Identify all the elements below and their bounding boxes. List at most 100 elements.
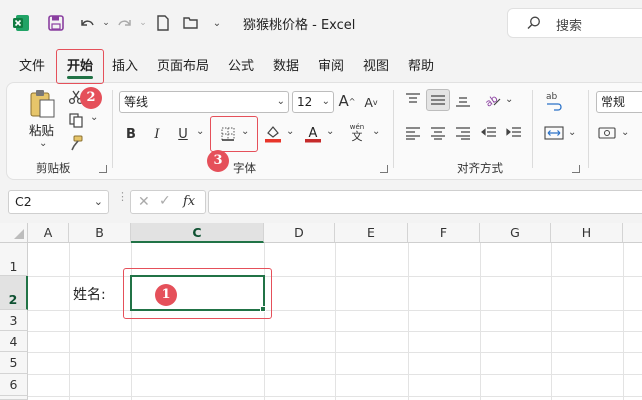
svg-text:A: A xyxy=(309,126,318,141)
underline-dropdown-icon[interactable]: ⌄ xyxy=(196,126,204,137)
chevron-down-icon[interactable]: ⌄ xyxy=(322,92,330,112)
svg-text:ab: ab xyxy=(546,92,558,102)
confirm-entry-icon[interactable]: ✓ xyxy=(159,193,171,209)
currency-format-icon[interactable] xyxy=(598,124,618,142)
redo-dropdown-icon[interactable]: ⌄ xyxy=(132,12,154,34)
row-header-5[interactable]: 5 xyxy=(0,352,28,374)
column-header-c[interactable]: C xyxy=(131,223,264,243)
cancel-entry-icon[interactable]: ✕ xyxy=(138,194,150,210)
orientation-dropdown-icon[interactable]: ⌄ xyxy=(505,94,513,105)
alignment-dialog-launcher-icon[interactable] xyxy=(572,165,580,173)
paste-label[interactable]: 粘贴 xyxy=(29,120,54,139)
merge-center-icon[interactable] xyxy=(544,124,564,142)
column-header-i[interactable] xyxy=(623,223,642,243)
column-header-g[interactable]: G xyxy=(480,223,551,243)
tab-review[interactable]: 审阅 xyxy=(318,55,344,74)
column-header-b[interactable]: B xyxy=(69,223,131,243)
search-box[interactable]: 搜索 xyxy=(507,8,642,38)
cell-b2[interactable]: 姓名: xyxy=(73,284,106,304)
tab-insert[interactable]: 插入 xyxy=(112,55,138,74)
paste-dropdown-icon[interactable]: ⌄ xyxy=(39,138,47,149)
tab-file[interactable]: 文件 xyxy=(19,55,45,74)
clipboard-dialog-launcher-icon[interactable] xyxy=(99,165,107,173)
row-header-7[interactable] xyxy=(0,396,28,400)
gridline xyxy=(69,243,70,400)
font-dialog-launcher-icon[interactable] xyxy=(380,165,388,173)
column-header-d[interactable]: D xyxy=(264,223,335,243)
underline-button[interactable]: U xyxy=(176,125,190,143)
decrease-font-size-button[interactable]: Av xyxy=(362,93,380,111)
group-divider xyxy=(112,90,113,168)
wrap-text-icon[interactable]: ab xyxy=(544,90,564,112)
tab-data[interactable]: 数据 xyxy=(273,55,299,74)
font-name-combobox[interactable]: 等线 ⌄ xyxy=(119,91,289,113)
number-format-combobox[interactable]: 常规 xyxy=(596,91,642,113)
italic-button[interactable]: I xyxy=(150,125,164,143)
formula-input[interactable] xyxy=(208,190,642,214)
row-header-6[interactable]: 6 xyxy=(0,374,28,396)
window-title: 猕猴桃价格 - Excel xyxy=(243,18,356,33)
top-align-icon[interactable] xyxy=(404,92,422,108)
chevron-down-icon[interactable]: ⌄ xyxy=(94,191,103,213)
increase-indent-icon[interactable] xyxy=(505,125,523,141)
align-left-icon[interactable] xyxy=(404,125,422,141)
column-header-h[interactable]: H xyxy=(551,223,623,243)
increase-font-size-button[interactable]: A ^ xyxy=(338,91,356,111)
tab-formulas[interactable]: 公式 xyxy=(228,55,254,74)
font-size-combobox[interactable]: 12 ⌄ xyxy=(292,91,334,113)
column-header-f[interactable]: F xyxy=(408,223,480,243)
font-color-icon[interactable]: A xyxy=(304,124,322,144)
tab-view[interactable]: 视图 xyxy=(363,55,389,74)
font-color-dropdown-icon[interactable]: ⌄ xyxy=(326,126,334,137)
alignment-group-label: 对齐方式 xyxy=(457,161,503,175)
column-header-a[interactable]: A xyxy=(28,223,69,243)
step-badge-1: 1 xyxy=(155,284,177,306)
row-header-4[interactable]: 4 xyxy=(0,331,28,352)
gridline xyxy=(623,243,624,400)
group-divider xyxy=(588,90,589,168)
gridline xyxy=(264,243,265,400)
gridline xyxy=(408,243,409,400)
align-center-icon[interactable] xyxy=(429,125,447,141)
search-icon xyxy=(526,15,542,35)
column-header-e[interactable]: E xyxy=(335,223,408,243)
copy-icon[interactable] xyxy=(67,111,85,129)
font-size-value: 12 xyxy=(297,95,313,109)
gridline xyxy=(480,243,481,400)
open-folder-icon[interactable] xyxy=(180,12,202,34)
formula-bar-grip-icon[interactable]: ⋮ xyxy=(117,191,128,210)
align-right-icon[interactable] xyxy=(454,125,472,141)
title-bar: ⌄ ⌄ ⌄ 猕猴桃价格 - Excel 搜索 xyxy=(0,0,642,46)
excel-logo-icon xyxy=(10,12,32,34)
tab-help[interactable]: 帮助 xyxy=(408,55,434,74)
name-box[interactable]: C2 ⌄ xyxy=(8,190,109,214)
middle-align-icon[interactable] xyxy=(426,89,450,111)
row-header-2[interactable]: 2 xyxy=(0,276,28,310)
orientation-icon[interactable]: ab xyxy=(481,90,503,110)
fill-color-dropdown-icon[interactable]: ⌄ xyxy=(286,126,294,137)
row-header-1[interactable]: 1 xyxy=(0,243,28,276)
gridline xyxy=(551,243,552,400)
select-all-corner[interactable] xyxy=(0,223,28,243)
copy-dropdown-icon[interactable]: ⌄ xyxy=(90,112,98,123)
chevron-down-icon[interactable]: ⌄ xyxy=(277,92,285,112)
phonetic-guide-button[interactable]: wén 文 xyxy=(346,121,368,145)
qat-customize-icon[interactable]: ⌄ xyxy=(206,12,228,34)
bold-button[interactable]: B xyxy=(124,125,138,143)
merge-dropdown-icon[interactable]: ⌄ xyxy=(568,127,576,138)
number-format-value: 常规 xyxy=(601,95,626,109)
format-painter-icon[interactable] xyxy=(67,134,85,152)
group-divider xyxy=(532,90,533,168)
new-file-icon[interactable] xyxy=(152,12,174,34)
row-header-3[interactable]: 3 xyxy=(0,310,28,331)
phonetic-dropdown-icon[interactable]: ⌄ xyxy=(372,126,380,137)
bottom-align-icon[interactable] xyxy=(454,92,472,108)
callout-cell-c2 xyxy=(123,268,272,319)
tab-page-layout[interactable]: 页面布局 xyxy=(157,55,209,74)
insert-function-button[interactable]: fx xyxy=(183,194,195,209)
decrease-indent-icon[interactable] xyxy=(480,125,498,141)
fill-color-icon[interactable] xyxy=(264,124,282,144)
save-icon[interactable] xyxy=(45,12,67,34)
paste-icon[interactable] xyxy=(26,88,58,120)
currency-dropdown-icon[interactable]: ⌄ xyxy=(621,127,629,138)
